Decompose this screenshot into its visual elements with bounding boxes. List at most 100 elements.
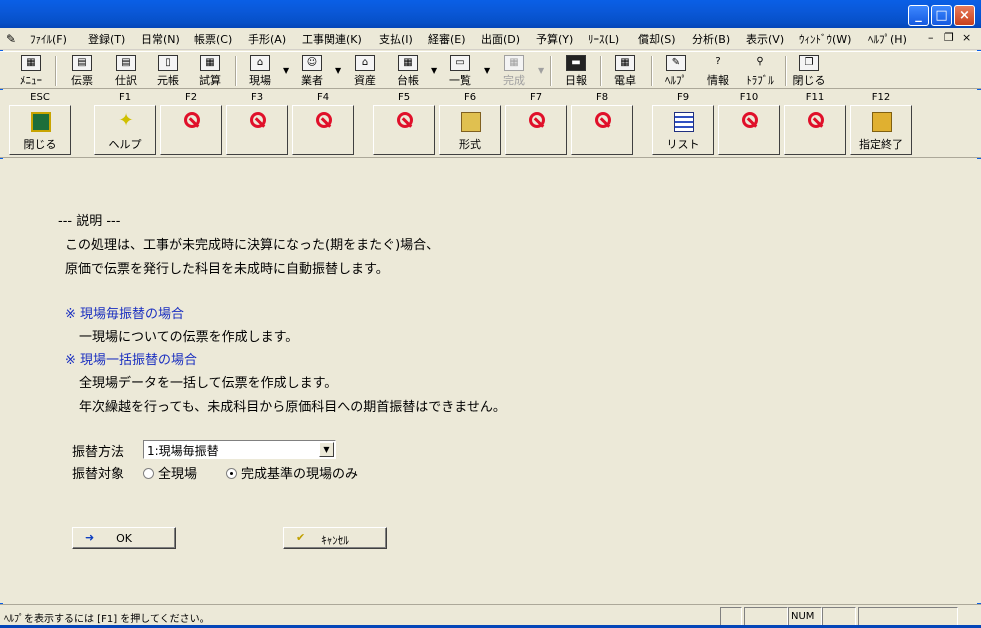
description-line-2: 原価で伝票を発行した科目を未成時に自動振替します。 xyxy=(65,262,389,277)
magnifier-icon: ⚲ xyxy=(756,56,764,67)
menu-lease[interactable]: ﾘｰｽ(L) xyxy=(588,31,619,47)
menu-analysis[interactable]: 分析(B) xyxy=(692,31,730,47)
tb-list-button[interactable]: ▭ 一覧 xyxy=(442,54,478,88)
site-icon: ⌂ xyxy=(250,55,270,71)
tb-help-button[interactable]: ✎ ﾍﾙﾌﾟ xyxy=(658,54,694,88)
radio-completed-sites[interactable]: 完成基準の現場のみ xyxy=(226,463,358,482)
radio-all-sites[interactable]: 全現場 xyxy=(143,463,197,482)
f6-format-button[interactable]: 形式 xyxy=(439,105,501,155)
description-line-1: この処理は、工事が未完成時に決算になった(期をまたぐ)場合、 xyxy=(65,238,440,253)
prohibited-icon xyxy=(397,112,413,128)
help-book-icon: ✎ xyxy=(666,55,686,71)
chevron-down-icon[interactable]: ▼ xyxy=(319,442,334,457)
tb-journal-button[interactable]: ▤ 仕訳 xyxy=(108,54,144,88)
menu-help[interactable]: ﾍﾙﾌﾟ(H) xyxy=(868,31,907,47)
option2-desc-1: 全現場データを一括して伝票を作成します。 xyxy=(79,376,338,391)
menu-construction[interactable]: 工事関連(K) xyxy=(302,31,362,47)
esc-close-button[interactable]: 閉じる xyxy=(9,105,71,155)
register-dropdown-icon[interactable]: ▼ xyxy=(431,66,437,75)
tb-voucher-button[interactable]: ▤ 伝票 xyxy=(64,54,100,88)
fkey-f2: F2 xyxy=(158,92,224,155)
tb-trial-balance-button[interactable]: ▦ 試算 xyxy=(192,54,228,88)
menu-window[interactable]: ｳｨﾝﾄﾞｳ(W) xyxy=(799,31,851,47)
toolbar: ▦ ﾒﾆｭｰ ▤ 伝票 ▤ 仕訳 ▯ 元帳 ▦ 試算 ⌂ 現場 ▼ ☺ 業者 ▼… xyxy=(0,51,981,89)
list-icon: ▭ xyxy=(450,55,470,71)
journal-icon: ▤ xyxy=(116,55,136,71)
status-pane xyxy=(822,607,856,626)
toolbar-separator xyxy=(550,56,552,86)
menu-payment[interactable]: 支払(I) xyxy=(379,31,413,47)
function-key-bar: ESC 閉じる F1 ✦ ヘルプ F2 F3 F4 F5 F6 形式 F7 F8… xyxy=(0,90,981,158)
site-dropdown-icon[interactable]: ▼ xyxy=(283,66,289,75)
fkey-f9: F9 リスト xyxy=(650,92,716,155)
menu-bills[interactable]: 手形(A) xyxy=(248,31,286,47)
list-doc-icon xyxy=(674,112,694,132)
vendor-icon: ☺ xyxy=(302,55,322,71)
daily-report-icon: ▬ xyxy=(566,55,586,71)
tb-info-button[interactable]: ? 情報 xyxy=(700,54,736,88)
list-dropdown-icon[interactable]: ▼ xyxy=(484,66,490,75)
title-bar[interactable]: _ □ × xyxy=(0,0,981,28)
f8-button xyxy=(571,105,633,155)
menu-file[interactable]: ﾌｧｲﾙ(F) xyxy=(30,31,67,47)
menu-budget[interactable]: 予算(Y) xyxy=(536,31,573,47)
fkey-f3: F3 xyxy=(224,92,290,155)
close-button[interactable]: × xyxy=(954,5,975,26)
tb-register-button[interactable]: ▦ 台帳 xyxy=(390,54,426,88)
help-lightbulb-icon: ✦ xyxy=(118,110,134,131)
tb-calculator-button[interactable]: ▦ 電卓 xyxy=(607,54,643,88)
method-select[interactable]: 1:現場毎振替 ▼ xyxy=(143,440,336,459)
prohibited-icon xyxy=(250,112,266,128)
f1-help-button[interactable]: ✦ ヘルプ xyxy=(94,105,156,155)
menu-audit[interactable]: 経審(E) xyxy=(428,31,466,47)
status-pane xyxy=(744,607,788,626)
mdi-close-button[interactable]: × xyxy=(962,31,971,44)
option1-title: ※ 現場毎振替の場合 xyxy=(65,307,185,322)
fkey-f11: F11 xyxy=(782,92,848,155)
menu-depreciation[interactable]: 償却(S) xyxy=(638,31,676,47)
menu-attendance[interactable]: 出面(D) xyxy=(481,31,520,47)
f9-list-button[interactable]: リスト xyxy=(652,105,714,155)
f3-button xyxy=(226,105,288,155)
option2-desc-2: 年次繰越を行っても、未成科目から原価科目への期首振替はできません。 xyxy=(79,400,506,415)
menu-reports[interactable]: 帳票(C) xyxy=(194,31,232,47)
tb-asset-button[interactable]: ⌂ 資産 xyxy=(347,54,383,88)
f11-button xyxy=(784,105,846,155)
complete-dropdown-icon: ▼ xyxy=(538,66,545,75)
toolbar-separator xyxy=(785,56,787,86)
voucher-icon: ▤ xyxy=(72,55,92,71)
tb-trouble-button[interactable]: ⚲ ﾄﾗﾌﾞﾙ xyxy=(740,54,780,88)
format-signpost-icon xyxy=(461,112,481,132)
maximize-button[interactable]: □ xyxy=(931,5,952,26)
toolbar-separator xyxy=(235,56,237,86)
prohibited-icon xyxy=(184,112,200,128)
fkey-f12: F12 指定終了 xyxy=(848,92,914,155)
method-label: 振替方法 xyxy=(72,445,125,460)
minimize-button[interactable]: _ xyxy=(908,5,929,26)
tb-ledger-button[interactable]: ▯ 元帳 xyxy=(150,54,186,88)
f4-button xyxy=(292,105,354,155)
menu-register[interactable]: 登録(T) xyxy=(88,31,125,47)
tb-site-button[interactable]: ⌂ 現場 xyxy=(242,54,278,88)
tb-close-button[interactable]: ❐ 閉じる xyxy=(791,54,827,88)
app-icon[interactable]: ✎ xyxy=(6,32,24,46)
menu-view[interactable]: 表示(V) xyxy=(746,31,784,47)
complete-icon: ▦ xyxy=(504,55,524,71)
vendor-dropdown-icon[interactable]: ▼ xyxy=(335,66,341,75)
menu-daily[interactable]: 日常(N) xyxy=(141,31,180,47)
toolbar-separator xyxy=(651,56,653,86)
trial-balance-icon: ▦ xyxy=(200,55,220,71)
tb-daily-report-button[interactable]: ▬ 日報 xyxy=(558,54,594,88)
fkey-esc: ESC 閉じる xyxy=(7,92,73,155)
mdi-restore-button[interactable]: ❐ xyxy=(944,31,954,44)
ok-button[interactable]: ➜ OK xyxy=(72,527,176,549)
f7-button xyxy=(505,105,567,155)
tb-vendor-button[interactable]: ☺ 業者 xyxy=(294,54,330,88)
fkey-f5: F5 xyxy=(371,92,437,155)
menu-bar: ✎ ﾌｧｲﾙ(F) 登録(T) 日常(N) 帳票(C) 手形(A) 工事関連(K… xyxy=(0,28,981,50)
mdi-minimize-button[interactable]: – xyxy=(928,31,934,44)
fkey-f7: F7 xyxy=(503,92,569,155)
cancel-button[interactable]: ✔ ｷｬﾝｾﾙ xyxy=(283,527,387,549)
tb-menu-button[interactable]: ▦ ﾒﾆｭｰ xyxy=(14,54,48,88)
f12-finish-button[interactable]: 指定終了 xyxy=(850,105,912,155)
